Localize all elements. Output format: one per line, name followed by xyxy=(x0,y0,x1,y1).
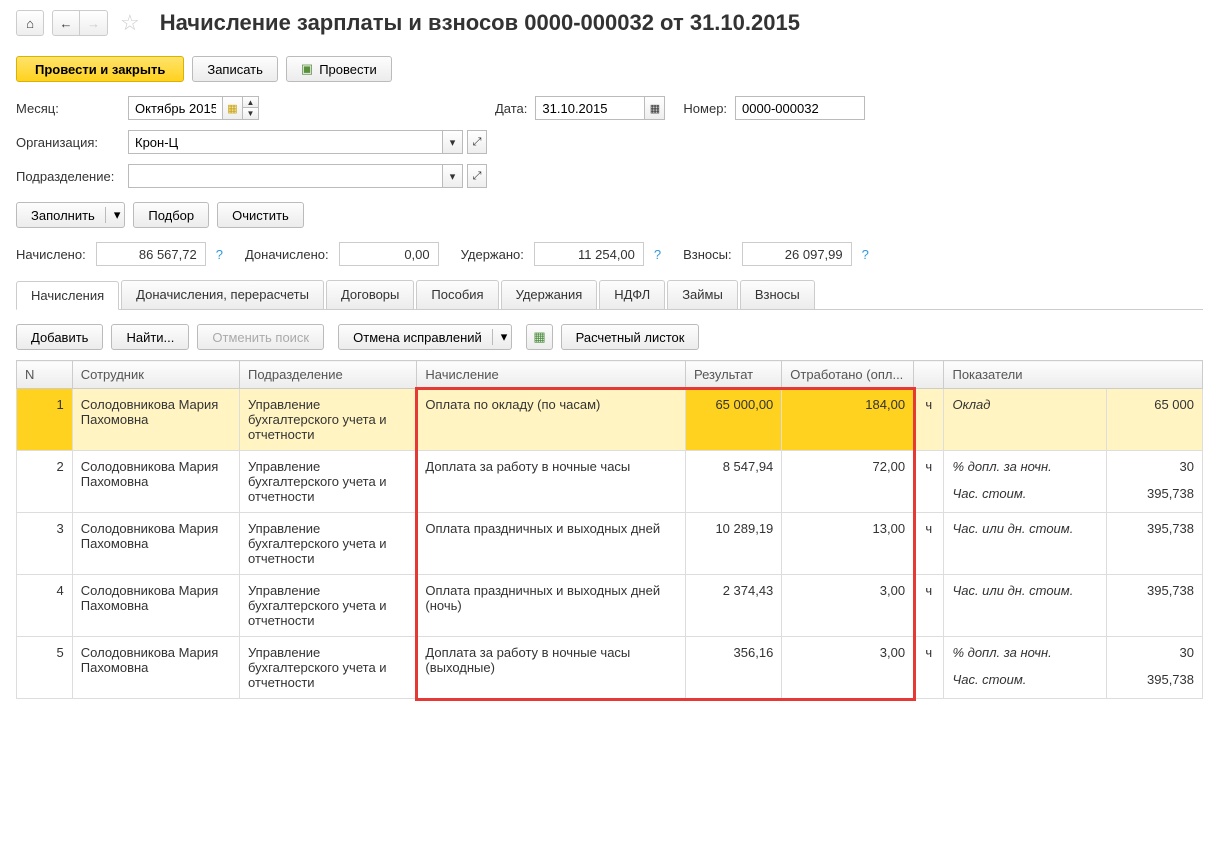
accruals-table: N Сотрудник Подразделение Начисление Рез… xyxy=(16,360,1203,699)
date-label: Дата: xyxy=(495,101,527,116)
table-row[interactable]: 3Солодовникова Мария ПахомовнаУправление… xyxy=(17,513,1203,575)
table-row[interactable]: 4Солодовникова Мария ПахомовнаУправление… xyxy=(17,575,1203,637)
withheld-value: 11 254,00 xyxy=(534,242,644,266)
month-down-button[interactable]: ▼ xyxy=(243,108,259,120)
tab-4[interactable]: Удержания xyxy=(501,280,598,309)
table-row[interactable]: 1Солодовникова Мария ПахомовнаУправление… xyxy=(17,389,1203,451)
add-accrued-value: 0,00 xyxy=(339,242,439,266)
org-open-icon[interactable]: ⤢ xyxy=(467,130,487,154)
col-employee[interactable]: Сотрудник xyxy=(72,361,239,389)
date-input[interactable] xyxy=(535,96,645,120)
tab-2[interactable]: Договоры xyxy=(326,280,414,309)
forward-button[interactable]: → xyxy=(80,10,108,36)
post-button[interactable]: ▣Провести xyxy=(286,56,392,82)
page-title: Начисление зарплаты и взносов 0000-00003… xyxy=(160,10,800,36)
contrib-value: 26 097,99 xyxy=(742,242,852,266)
home-button[interactable]: ⌂ xyxy=(16,10,44,36)
post-close-button[interactable]: Провести и закрыть xyxy=(16,56,184,82)
clear-button[interactable]: Очистить xyxy=(217,202,304,228)
payslip-button[interactable]: Расчетный листок xyxy=(561,324,700,350)
tab-1[interactable]: Доначисления, перерасчеты xyxy=(121,280,324,309)
post-icon: ▣ xyxy=(301,61,313,77)
tab-6[interactable]: Займы xyxy=(667,280,738,309)
help-icon[interactable]: ? xyxy=(216,247,223,262)
save-button[interactable]: Записать xyxy=(192,56,278,82)
cancel-corrections-button[interactable]: Отмена исправлений▾ xyxy=(338,324,512,350)
col-department[interactable]: Подразделение xyxy=(240,361,417,389)
accrued-label: Начислено: xyxy=(16,247,86,262)
month-label: Месяц: xyxy=(16,101,120,116)
col-unit xyxy=(914,361,944,389)
select-button[interactable]: Подбор xyxy=(133,202,209,228)
withheld-label: Удержано: xyxy=(461,247,524,262)
tab-5[interactable]: НДФЛ xyxy=(599,280,665,309)
month-picker-icon[interactable]: ▦ xyxy=(223,96,243,120)
dep-label: Подразделение: xyxy=(16,169,120,184)
month-up-button[interactable]: ▲ xyxy=(243,96,259,108)
tab-7[interactable]: Взносы xyxy=(740,280,815,309)
favorite-icon[interactable]: ☆ xyxy=(120,10,140,36)
tab-0[interactable]: Начисления xyxy=(16,281,119,310)
tab-3[interactable]: Пособия xyxy=(416,280,498,309)
settings-button[interactable]: ▦ xyxy=(526,324,552,350)
find-button[interactable]: Найти... xyxy=(111,324,189,350)
number-label: Номер: xyxy=(683,101,727,116)
add-accrued-label: Доначислено: xyxy=(245,247,329,262)
tabs: НачисленияДоначисления, перерасчетыДогов… xyxy=(16,280,1203,310)
month-input[interactable] xyxy=(128,96,223,120)
accrued-value: 86 567,72 xyxy=(96,242,206,266)
dep-input[interactable] xyxy=(128,164,443,188)
cancel-search-button[interactable]: Отменить поиск xyxy=(197,324,324,350)
back-button[interactable]: ← xyxy=(52,10,80,36)
dep-open-icon[interactable]: ⤢ xyxy=(467,164,487,188)
col-accrual[interactable]: Начисление xyxy=(417,361,686,389)
col-n[interactable]: N xyxy=(17,361,73,389)
table-row[interactable]: 5Солодовникова Мария ПахомовнаУправление… xyxy=(17,637,1203,699)
help-icon[interactable]: ? xyxy=(654,247,661,262)
help-icon[interactable]: ? xyxy=(862,247,869,262)
grid-settings-icon: ▦ xyxy=(533,329,545,345)
calendar-icon[interactable]: ▦ xyxy=(645,96,665,120)
col-worked[interactable]: Отработано (опл... xyxy=(782,361,914,389)
fill-button[interactable]: Заполнить▾ xyxy=(16,202,125,228)
table-row[interactable]: 2Солодовникова Мария ПахомовнаУправление… xyxy=(17,451,1203,513)
org-label: Организация: xyxy=(16,135,120,150)
org-dropdown-icon[interactable]: ▾ xyxy=(443,130,463,154)
col-indicators[interactable]: Показатели xyxy=(944,361,1203,389)
col-result[interactable]: Результат xyxy=(686,361,782,389)
org-input[interactable] xyxy=(128,130,443,154)
dep-dropdown-icon[interactable]: ▾ xyxy=(443,164,463,188)
contrib-label: Взносы: xyxy=(683,247,732,262)
add-button[interactable]: Добавить xyxy=(16,324,103,350)
number-input[interactable] xyxy=(735,96,865,120)
